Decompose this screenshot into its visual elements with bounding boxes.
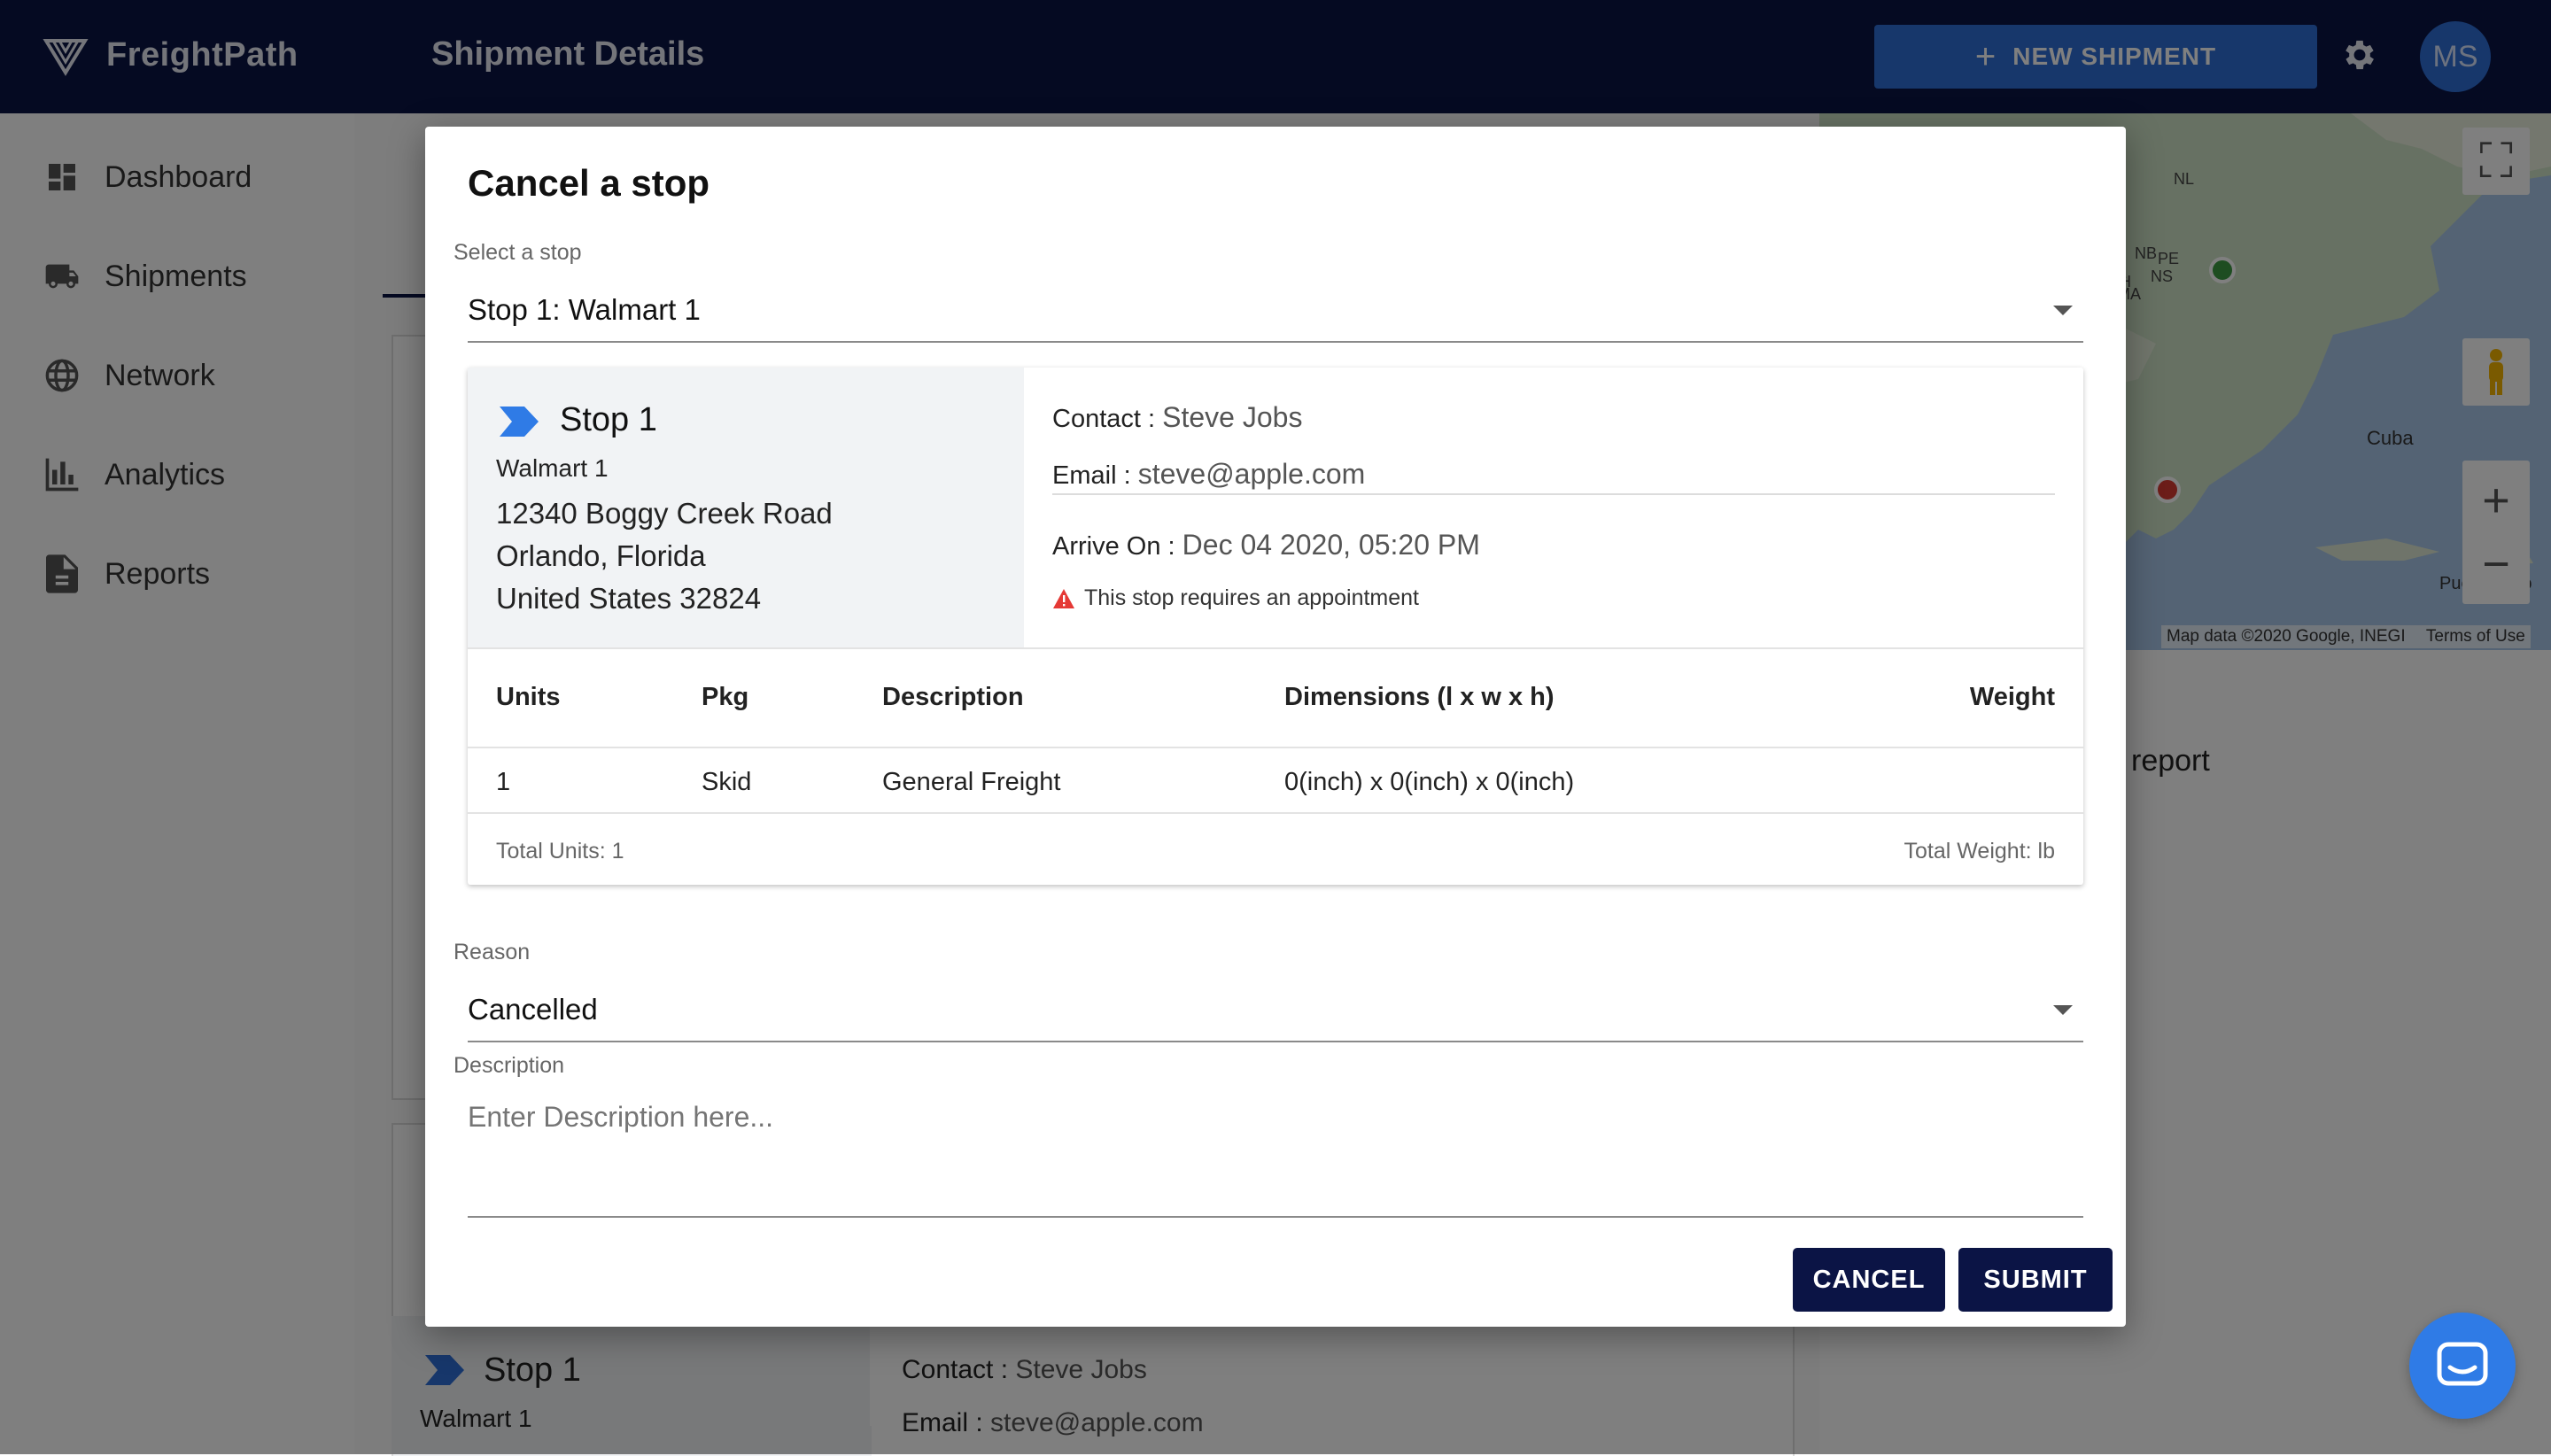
arrive-value: Dec 04 2020, 05:20 PM (1182, 529, 1480, 561)
arrive-label: Arrive On : (1052, 532, 1175, 561)
stop-contact-info: Contact : Steve Jobs Email : steve@apple… (1024, 368, 2083, 647)
stop-summary: Stop 1 Walmart 1 12340 Boggy Creek Road … (468, 368, 1024, 647)
chevron-down-icon (2053, 1005, 2073, 1015)
warning-text: This stop requires an appointment (1084, 585, 1419, 610)
table-top-divider (468, 647, 2083, 649)
table-header-description: Description (882, 683, 1024, 711)
description-underline (468, 1216, 2083, 1218)
table-cell-dimensions: 0(inch) x 0(inch) x 0(inch) (1284, 768, 1575, 796)
appointment-warning: This stop requires an appointment (1052, 585, 1419, 611)
address-line-1: 12340 Boggy Creek Road (496, 497, 833, 530)
stop-detail-card: Stop 1 Walmart 1 12340 Boggy Creek Road … (468, 368, 2083, 885)
address-line-2: Orlando, Florida (496, 539, 706, 572)
total-weight: Total Weight: lb (1904, 839, 2055, 864)
chevron-down-icon (2053, 306, 2073, 315)
warning-icon (1053, 588, 1074, 608)
email-underline (1052, 493, 2055, 495)
table-header-weight: Weight (1969, 683, 2055, 711)
table-cell-pkg: Skid (702, 768, 752, 796)
address-line-3: United States 32824 (496, 582, 762, 615)
contact-label: Contact : (1052, 405, 1156, 433)
select-stop-label: Select a stop (454, 240, 582, 265)
table-cell-units: 1 (496, 768, 511, 796)
email-value: steve@apple.com (1137, 458, 1366, 490)
select-stop-dropdown[interactable]: Stop 1: Walmart 1 (468, 279, 2083, 343)
stop-name: Walmart 1 (496, 454, 609, 482)
table-header-divider (468, 747, 2083, 748)
arrive-row: Arrive On : Dec 04 2020, 05:20 PM (1052, 529, 1480, 561)
reason-value: Cancelled (468, 993, 598, 1026)
chat-icon (2437, 1342, 2488, 1386)
reason-dropdown[interactable]: Cancelled (468, 979, 2083, 1042)
email-row: Email : steve@apple.com (1052, 458, 1365, 491)
total-units: Total Units: 1 (496, 839, 624, 864)
stop-chevron-icon (500, 407, 539, 437)
reason-label: Reason (454, 940, 531, 964)
dialog-title: Cancel a stop (468, 162, 710, 204)
description-label: Description (454, 1053, 565, 1078)
table-header-pkg: Pkg (702, 683, 749, 711)
chat-launcher-button[interactable] (2409, 1313, 2516, 1419)
table-header-units: Units (496, 683, 561, 711)
stop-title: Stop 1 (560, 401, 657, 438)
select-stop-value: Stop 1: Walmart 1 (468, 293, 701, 326)
description-input[interactable] (468, 1092, 2083, 1212)
table-cell-description: General Freight (882, 768, 1061, 796)
email-label: Email : (1052, 461, 1131, 490)
table-header-dimensions: Dimensions (l x w x h) (1284, 683, 1555, 711)
table-row-divider (468, 812, 2083, 814)
cancel-stop-dialog: Cancel a stop Select a stop Stop 1: Walm… (425, 127, 2126, 1327)
contact-row: Contact : Steve Jobs (1052, 401, 1302, 434)
contact-value: Steve Jobs (1162, 401, 1303, 433)
submit-button[interactable]: SUBMIT (1958, 1248, 2113, 1312)
cancel-button[interactable]: CANCEL (1793, 1248, 1945, 1312)
